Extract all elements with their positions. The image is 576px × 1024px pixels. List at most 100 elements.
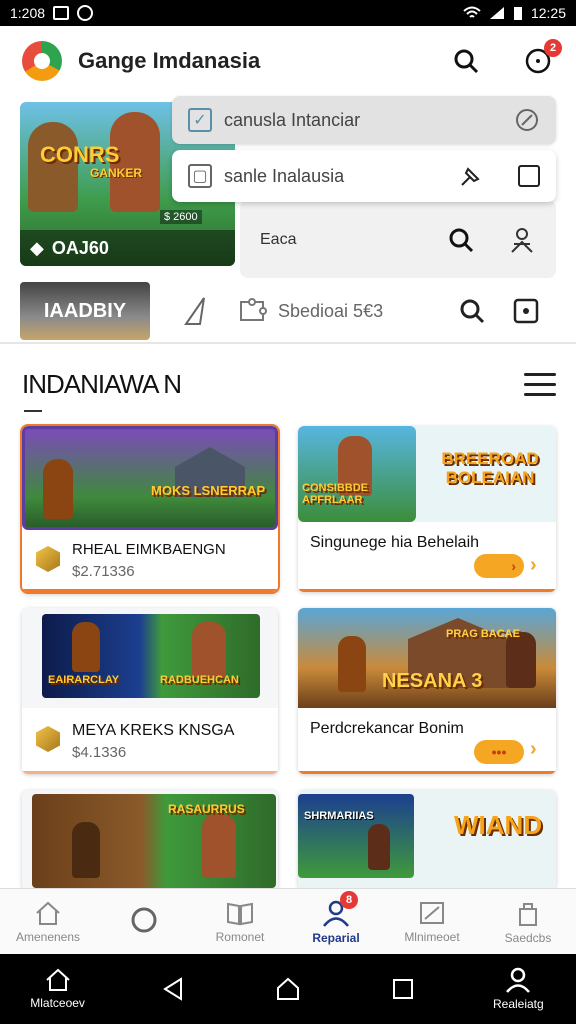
card-thumb-text: EAIRARCLAY: [48, 674, 120, 686]
back-icon: [162, 977, 182, 1001]
section-title: INDANIAWA N: [22, 368, 182, 399]
sys-home-label: Mlatceoev: [30, 996, 85, 1010]
enemy-art: [506, 632, 536, 688]
nav-store-label: Saedcbs: [504, 930, 552, 945]
game-card[interactable]: SHRMARIIAS WIAND: [298, 790, 556, 890]
app-bar: Gange Imdanasia 2: [0, 26, 576, 96]
gallery-icon: [53, 6, 70, 20]
nav-home[interactable]: Amenenens: [0, 889, 96, 954]
card-thumbnail: EAIRARCLAY RADBUEHCAN: [42, 614, 260, 698]
coin-icon: [36, 546, 60, 572]
sys-recents[interactable]: [353, 978, 453, 1000]
status-clock: 12:25: [530, 5, 566, 21]
card-name: RHEAL EIMKBAENGN: [72, 541, 226, 558]
sys-account-label: Realeiatg: [492, 997, 544, 1011]
dropdown-item-2[interactable]: ▢ sanle Inalausia: [172, 150, 556, 202]
tab-search-label[interactable]: Sbedioai 5€3: [278, 301, 383, 322]
chevron-right-icon[interactable]: ›: [530, 554, 537, 577]
person-icon[interactable]: [508, 226, 536, 254]
character-art: [338, 636, 366, 692]
nav-profile-label: Reparial: [312, 930, 360, 945]
nav-tools-label: Mlnimeoet: [404, 929, 460, 944]
game-card[interactable]: MOKS LSNERRAP RHEAL EIMKBAENGN $2.71336: [22, 426, 278, 592]
link-icon[interactable]: [514, 107, 540, 133]
coin-icon: [36, 726, 60, 752]
card-art-subtitle: PRAG BACAE: [446, 628, 520, 640]
nav-circle[interactable]: [96, 889, 192, 954]
nav-profile[interactable]: 8 Reparial: [288, 889, 384, 954]
card-accent-line: [298, 589, 556, 592]
card-price: $4.1336: [72, 744, 127, 761]
divider: [0, 342, 576, 344]
nav-home-label: Amenenens: [15, 929, 81, 944]
section-header: INDANIAWA N: [22, 364, 556, 404]
checkbox-checked-icon[interactable]: ✓: [188, 108, 212, 132]
search-icon[interactable]: [448, 227, 474, 253]
menu-icon[interactable]: [524, 372, 556, 396]
more-button[interactable]: •••: [474, 740, 524, 764]
house-icon: [276, 977, 299, 1000]
dropdown-item-1[interactable]: ✓ canusla Intanciar: [172, 96, 556, 144]
checkbox-empty[interactable]: [518, 165, 540, 187]
featured-subtitle: GANKER: [90, 166, 143, 180]
card-art-title: BREEROAD BOLEAIAN: [441, 449, 539, 487]
user-icon: [506, 967, 531, 993]
dropdown-item-2-label: sanle Inalausia: [224, 165, 345, 186]
game-card[interactable]: RASAURRUS: [22, 790, 278, 890]
card-art-title: RASAURRUS: [168, 802, 245, 816]
card-art-title: NESANA 3: [382, 670, 483, 692]
search-button[interactable]: [450, 45, 482, 77]
battery-icon: [513, 7, 522, 20]
sys-back[interactable]: [123, 976, 223, 1002]
section-underline: [24, 410, 42, 412]
card-thumbnail: RASAURRUS: [32, 794, 276, 888]
system-navigation: Mlatceoev Realeiatg: [0, 954, 576, 1024]
sys-home-button[interactable]: [238, 976, 338, 1002]
sys-home[interactable]: Mlatceoev: [8, 968, 108, 1010]
featured-bar: ◆ OAJ60: [20, 230, 235, 266]
pin-icon[interactable]: [458, 163, 484, 189]
puzzle-icon[interactable]: [236, 295, 268, 327]
dice-icon[interactable]: [510, 295, 542, 327]
document-icon: ▢: [188, 164, 212, 188]
search-icon[interactable]: [456, 295, 488, 327]
tools-icon: [420, 901, 444, 924]
sys-account[interactable]: Realeiatg: [468, 967, 568, 1011]
book-icon: [227, 902, 253, 925]
nav-profile-badge: 8: [340, 891, 358, 909]
card-art-title: MOKS LSNERRAP: [151, 483, 266, 498]
nav-library[interactable]: Romonet: [192, 889, 288, 954]
bottom-navigation: Amenenens Romonet 8 Reparial Mlnimeoet S…: [0, 888, 576, 954]
card-thumb-text-2: RADBUEHCAN: [160, 674, 239, 686]
card-thumb-text: CONSIBBDE APFRLAAR: [302, 482, 369, 506]
card-name: MEYA KREKS KNSGA: [72, 722, 235, 739]
nav-library-label: Romonet: [215, 929, 265, 944]
game-card[interactable]: PRAG BACAE NESANA 3 Perdcrekancar Bonim …: [298, 608, 556, 774]
dropdown-item-3[interactable]: Eaca: [240, 210, 556, 270]
signal-icon: [489, 7, 504, 19]
sail-icon[interactable]: [180, 295, 212, 327]
card-name: Singunege hia Behelaih: [310, 534, 480, 551]
card-name: Perdcrekancar Bonim: [310, 720, 464, 737]
recents-icon: [393, 979, 414, 999]
bag-icon: [519, 902, 537, 926]
sync-icon: [77, 5, 94, 21]
notifications-button[interactable]: 2: [522, 39, 562, 77]
notification-badge: 2: [544, 39, 562, 57]
card-thumbnail: CONSIBBDE APFRLAAR: [298, 426, 416, 522]
home-icon: [36, 901, 60, 925]
game-card[interactable]: EAIRARCLAY RADBUEHCAN MEYA KREKS KNSGA $…: [22, 608, 278, 774]
tab-active[interactable]: IAADBIY: [20, 282, 150, 340]
game-card[interactable]: CONSIBBDE APFRLAAR BREEROAD BOLEAIAN Sin…: [298, 426, 556, 592]
play-button[interactable]: ›: [474, 554, 524, 578]
featured-price-tag: $ 2600: [160, 210, 202, 224]
chevron-right-icon[interactable]: ›: [530, 738, 537, 761]
card-accent-line: [22, 589, 278, 592]
nav-store[interactable]: Saedcbs: [480, 889, 576, 954]
card-thumb-text: SHRMARIIAS: [304, 810, 374, 822]
dropdown-item-3-label: Eaca: [260, 231, 297, 248]
status-time: 1:208: [10, 5, 46, 21]
character-art: [43, 459, 73, 519]
search-icon: [454, 49, 479, 74]
nav-tools[interactable]: Mlnimeoet: [384, 889, 480, 954]
